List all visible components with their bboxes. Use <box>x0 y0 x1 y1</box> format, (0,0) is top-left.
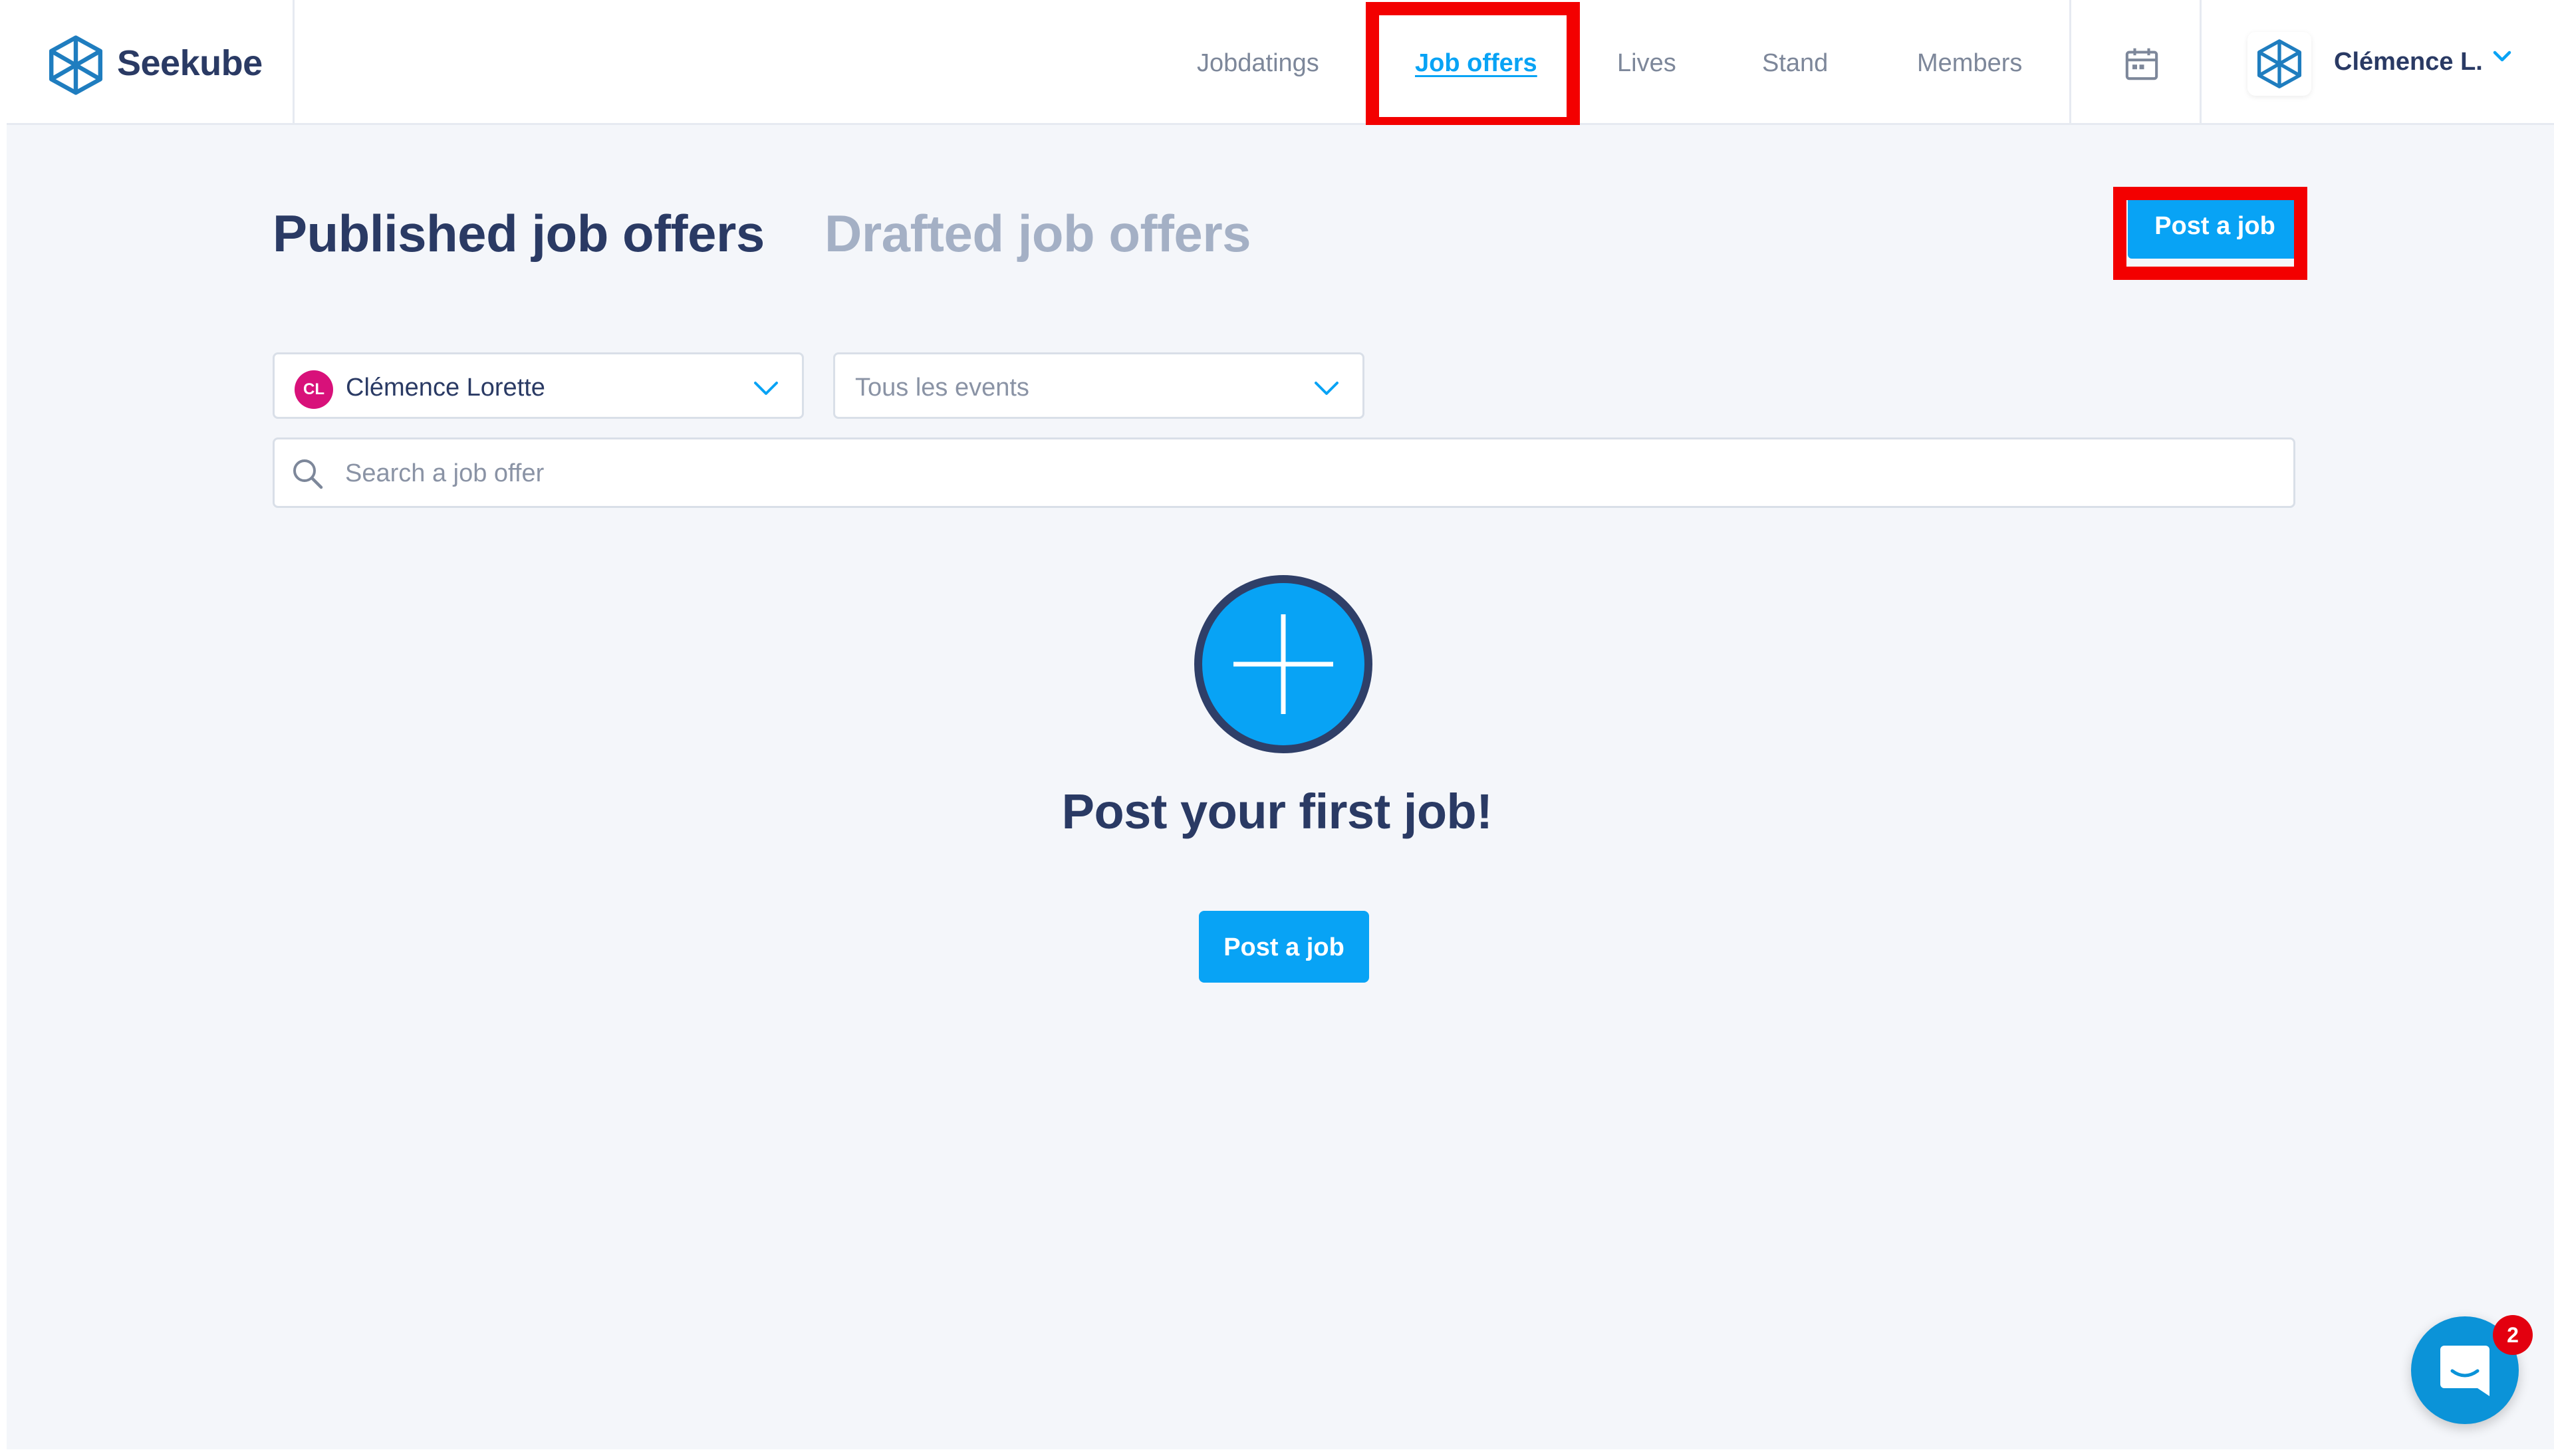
chat-notification-badge: 2 <box>2493 1315 2533 1355</box>
events-select[interactable]: Tous les events <box>833 352 1364 419</box>
seekube-logo-icon <box>49 35 103 95</box>
chevron-down-icon <box>754 382 778 395</box>
owner-select-value: Clémence Lorette <box>346 374 545 402</box>
tab-drafted-job-offers[interactable]: Drafted job offers <box>825 203 1251 264</box>
nav-item-members[interactable]: Members <box>1917 49 2022 78</box>
events-select-placeholder: Tous les events <box>855 374 1029 402</box>
company-avatar[interactable] <box>2247 32 2311 96</box>
owner-avatar-badge: CL <box>295 370 333 409</box>
main-content: Published job offers Drafted job offers … <box>7 125 2554 1449</box>
owner-select[interactable]: CL Clémence Lorette <box>273 352 804 419</box>
plus-circle-icon[interactable] <box>1194 574 1373 754</box>
chevron-down-icon <box>1315 382 1339 395</box>
nav-item-stand[interactable]: Stand <box>1762 49 1828 78</box>
nav-item-job-offers[interactable]: Job offers <box>1415 49 1537 78</box>
calendar-icon[interactable] <box>2123 45 2160 82</box>
search-box[interactable] <box>273 437 2295 508</box>
nav-divider <box>2069 0 2071 123</box>
nav-item-jobdatings[interactable]: Jobdatings <box>1197 49 1319 78</box>
user-menu-name[interactable]: Clémence L. <box>2334 48 2483 76</box>
top-header: Seekube Jobdatings Job offers Lives Stan… <box>7 0 2554 125</box>
nav-item-lives[interactable]: Lives <box>1617 49 1676 78</box>
chat-icon <box>2440 1346 2490 1396</box>
empty-state-title: Post your first job! <box>1061 784 1493 839</box>
chevron-down-icon[interactable] <box>2492 49 2512 64</box>
nav-divider <box>2200 0 2202 123</box>
post-job-button-center[interactable]: Post a job <box>1199 911 1369 983</box>
search-input[interactable] <box>345 454 2273 493</box>
tab-published-job-offers[interactable]: Published job offers <box>273 203 765 264</box>
brand-area[interactable]: Seekube <box>7 0 295 123</box>
company-logo-icon <box>2257 39 2302 88</box>
brand-name: Seekube <box>117 43 263 83</box>
post-job-button-top[interactable]: Post a job <box>2128 193 2302 259</box>
search-icon <box>293 459 323 489</box>
